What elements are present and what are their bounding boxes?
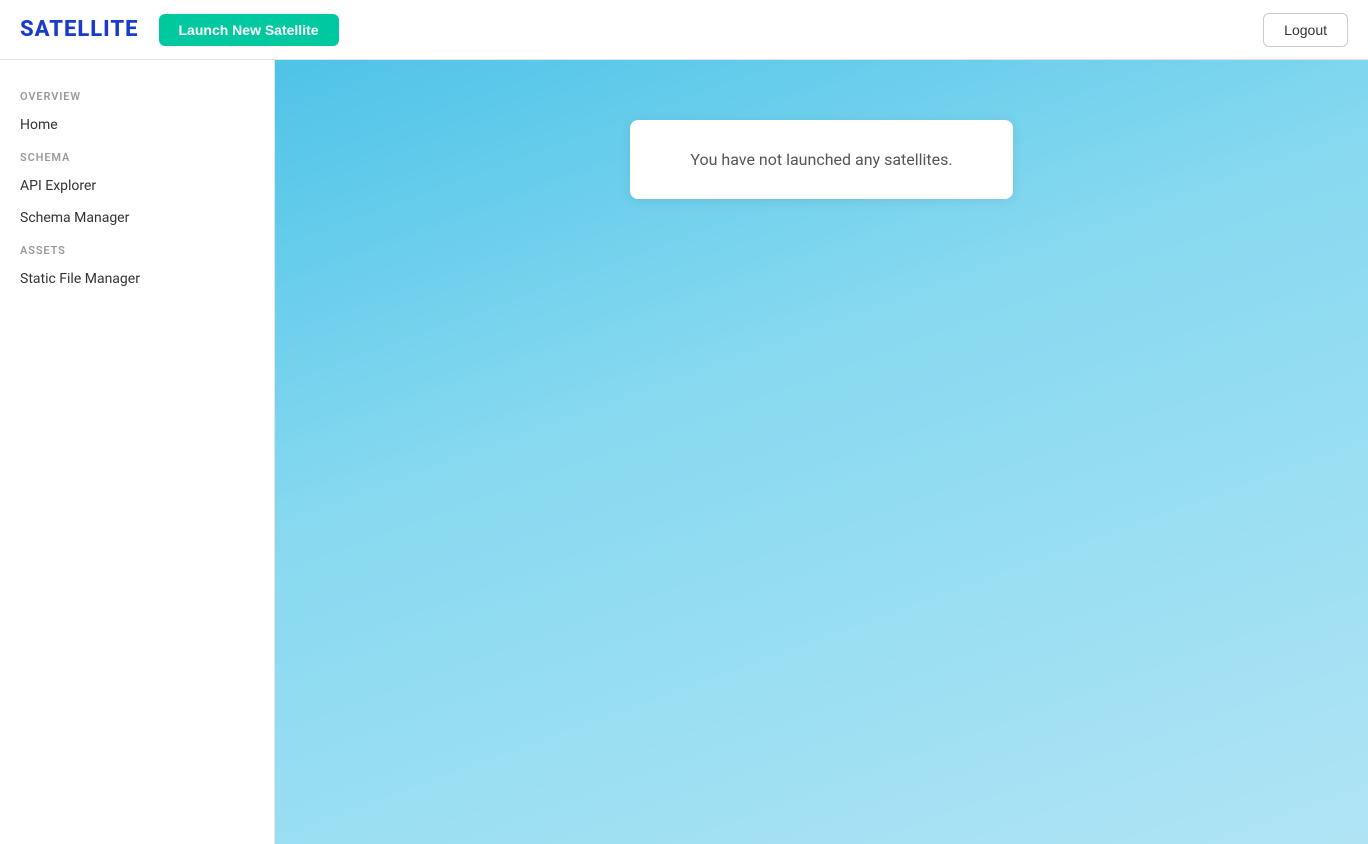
main-layout: OVERVIEW Home SCHEMA API Explorer Schema…	[0, 60, 1368, 844]
header-left: SATELLITE Launch New Satellite	[20, 14, 339, 46]
sidebar: OVERVIEW Home SCHEMA API Explorer Schema…	[0, 60, 275, 844]
sidebar-section-schema: SCHEMA	[0, 141, 274, 170]
sidebar-item-home[interactable]: Home	[0, 109, 274, 141]
content-area: You have not launched any satellites.	[275, 60, 1368, 844]
launch-new-satellite-button[interactable]: Launch New Satellite	[159, 14, 339, 46]
sidebar-section-overview: OVERVIEW	[0, 80, 274, 109]
sidebar-item-schema-manager[interactable]: Schema Manager	[0, 202, 274, 234]
sidebar-item-api-explorer[interactable]: API Explorer	[0, 170, 274, 202]
sidebar-section-assets: ASSETS	[0, 234, 274, 263]
logo: SATELLITE	[20, 17, 139, 42]
sidebar-item-static-file-manager[interactable]: Static File Manager	[0, 263, 274, 295]
logout-button[interactable]: Logout	[1263, 13, 1348, 47]
empty-message-card: You have not launched any satellites.	[630, 120, 1012, 199]
empty-message-text: You have not launched any satellites.	[690, 150, 952, 169]
header: SATELLITE Launch New Satellite Logout	[0, 0, 1368, 60]
